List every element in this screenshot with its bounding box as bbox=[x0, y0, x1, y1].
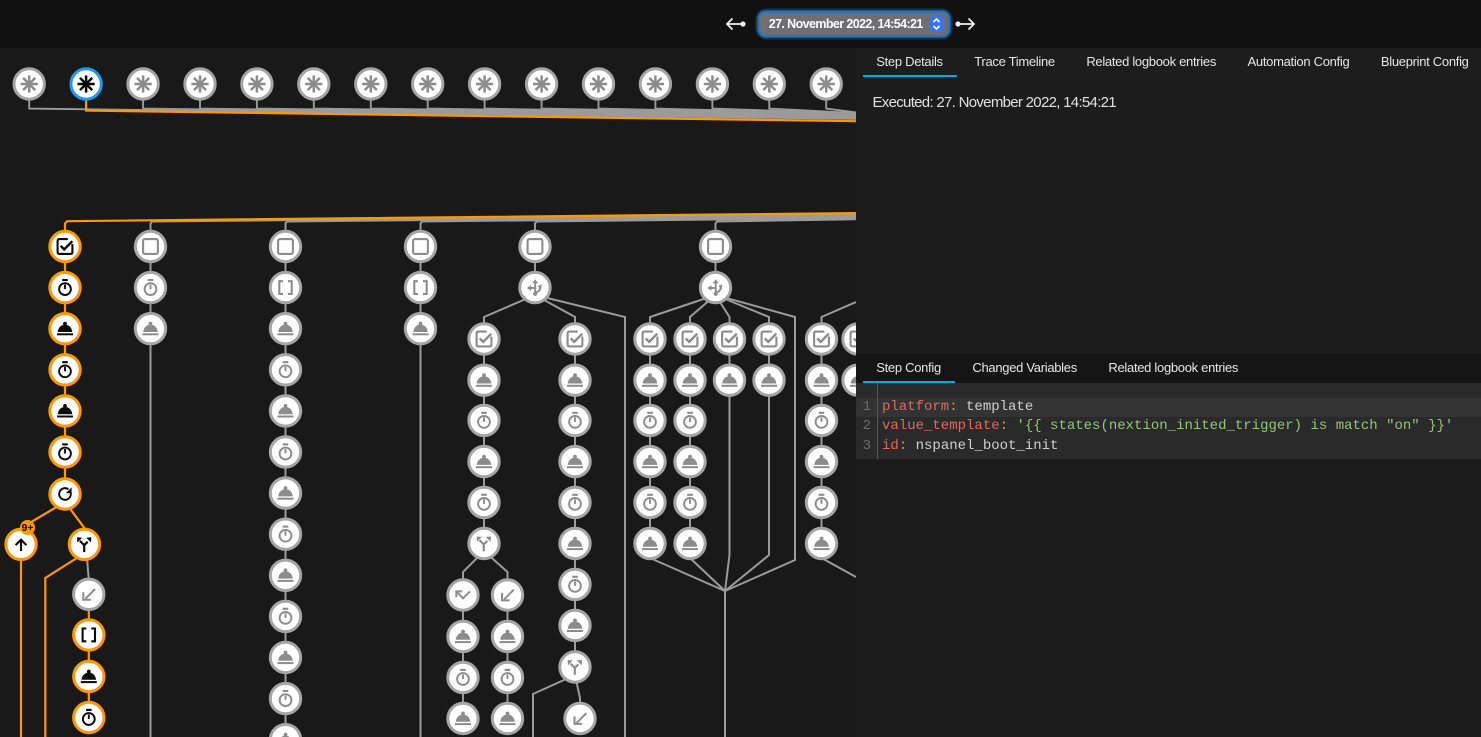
svg-text:9+: 9+ bbox=[22, 522, 34, 534]
